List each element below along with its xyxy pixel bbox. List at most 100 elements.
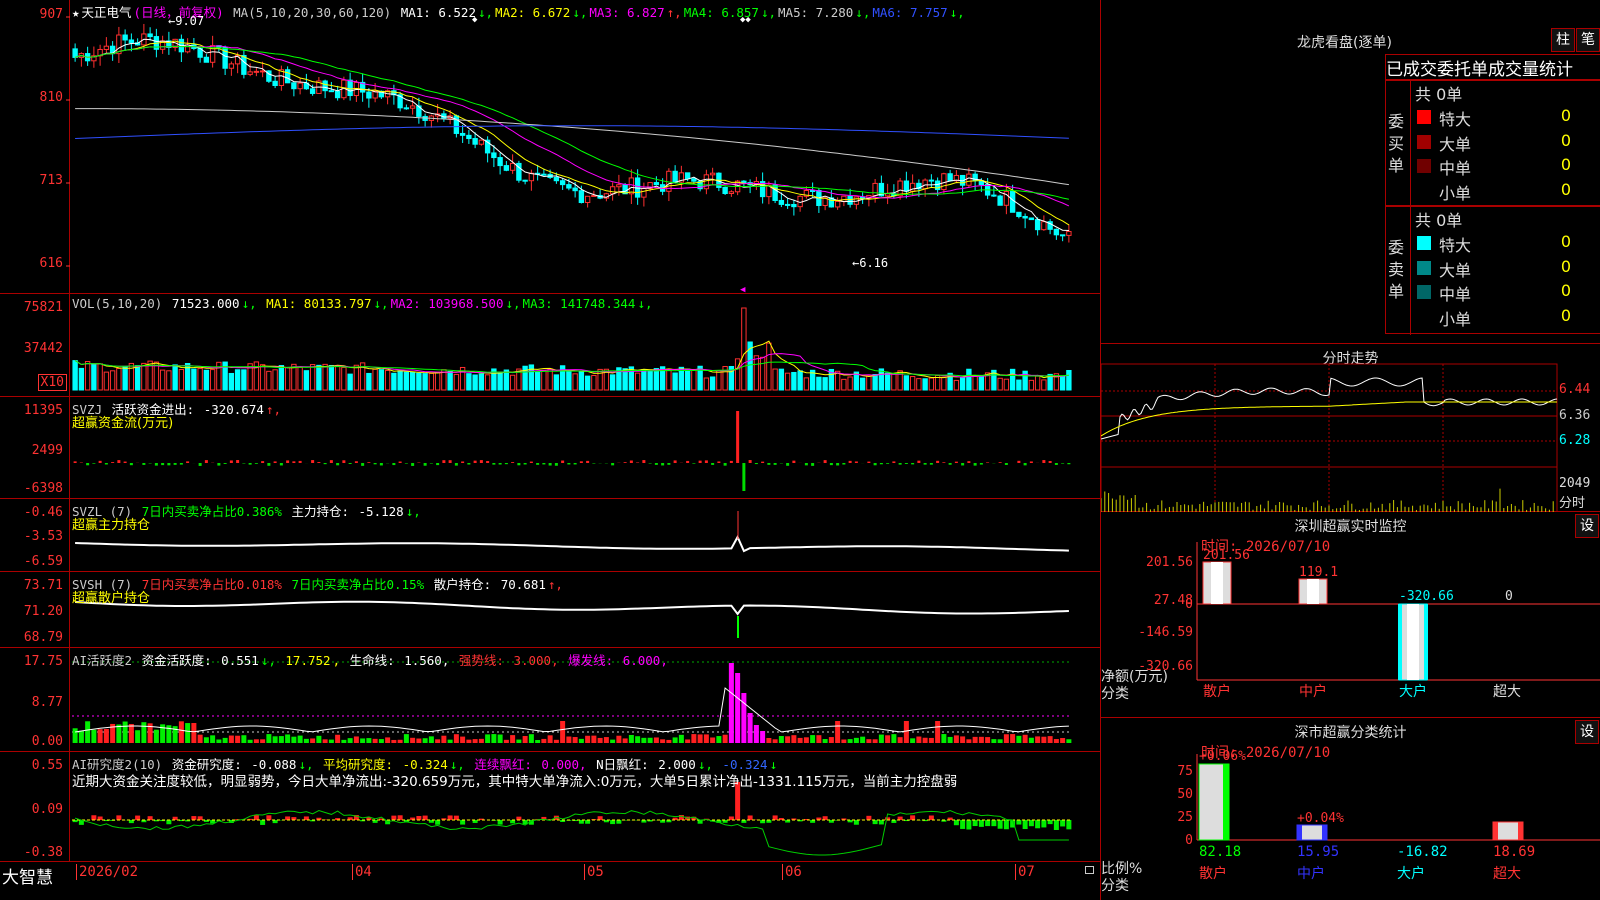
intraday-chart[interactable]	[1101, 344, 1600, 512]
tick-view-button[interactable]: 笔	[1576, 28, 1600, 52]
volume-bar	[347, 373, 353, 391]
activity-bar	[85, 721, 91, 743]
favorite-star-icon[interactable]: ★	[72, 5, 80, 20]
svzl-panel[interactable]: -0.46 -3.53 -6.59 SVZL (7) 7日内买卖净占比0.386…	[0, 499, 1100, 572]
activity-bar	[260, 739, 266, 743]
volume-bar	[166, 370, 172, 391]
ma-label: MA(5,10,20,30,60,120)	[233, 5, 392, 20]
volume-bar	[859, 377, 866, 391]
activity-bar	[622, 738, 628, 743]
volume-bar	[1034, 375, 1041, 391]
volume-bar	[878, 368, 885, 391]
class-stat-panel[interactable]: 深市超赢分类统计 设 时间: 2026/07/10 75 50 25 0 +0.06% +…	[1100, 718, 1600, 900]
activity-bar	[441, 735, 447, 743]
activity-bar	[766, 738, 772, 743]
research-bar	[997, 820, 1003, 829]
activity-bar	[116, 724, 122, 743]
activity-bar	[247, 739, 253, 743]
longhu-panel[interactable]: 龙虎看盘(逐单) 柱 笔 已成交委托单成交量统计 委买单 共 0单 特大00%大…	[1100, 0, 1600, 344]
intraday-vol-axis-label: 2049	[1559, 476, 1591, 491]
activity-bar	[1022, 734, 1028, 743]
research-bar	[166, 820, 172, 825]
research-bar	[910, 815, 916, 820]
activity-bar	[1060, 738, 1066, 743]
ma-legend-item: MA1: 6.522	[400, 5, 476, 20]
kline-chart[interactable]: ◆ ◆◆◀	[0, 0, 1100, 294]
volume-bar	[1003, 378, 1010, 391]
volume-bar	[322, 363, 328, 391]
svsh-net-ratio-2: 7日内买卖净占比0.15%	[291, 577, 425, 592]
class-bar-value: 15.95	[1297, 844, 1339, 860]
volume-value: 71523.000	[171, 296, 240, 311]
volume-bar	[672, 372, 678, 391]
volume-bar	[684, 368, 691, 391]
volume-bar	[772, 368, 778, 391]
volume-bar	[78, 367, 85, 391]
class-axis-label: 50	[1177, 787, 1193, 802]
volume-bar	[422, 373, 428, 391]
volume-bar	[228, 372, 235, 391]
kline-panel[interactable]: 907 810 713 616 ◆ ◆◆ ◀ ★ 天正电气 (日线，前复权) MA(5,…	[0, 0, 1100, 294]
candle-body	[941, 173, 947, 191]
activity-bar	[416, 738, 422, 743]
monitor-bar-edge	[1398, 604, 1402, 680]
research-bar	[872, 820, 878, 825]
candle-body	[1034, 219, 1041, 231]
candle-body	[322, 80, 328, 92]
order-type-label: 中单	[1439, 159, 1472, 178]
activity-bar	[535, 739, 541, 743]
research-bar	[391, 815, 397, 820]
activity-bar	[322, 739, 328, 743]
lock-icon[interactable]	[1085, 866, 1094, 874]
ai-activity-name: AI活跃度2	[72, 653, 133, 668]
volume-bar	[972, 375, 978, 391]
realtime-monitor-panel[interactable]: 深圳超赢实时监控 设 时间: 2026/07/10 201.56 27.48 0 -1…	[1100, 512, 1600, 718]
volume-bar	[666, 368, 672, 391]
candle-body	[741, 180, 747, 184]
candle-body	[328, 90, 335, 93]
candle-body	[559, 180, 566, 186]
candle-body	[228, 63, 235, 69]
order-type-label: 中单	[1439, 285, 1472, 304]
volume-bar	[928, 377, 935, 391]
volume-bar	[909, 376, 916, 391]
research-bar	[985, 820, 991, 827]
volume-bar	[553, 374, 560, 391]
ma-legend-item: MA4: 6.857	[683, 5, 759, 20]
activity-bar	[378, 739, 384, 743]
buy-order-box: 委买单 共 0单 特大00%大单00%中单00%小单00%	[1385, 80, 1600, 207]
order-color-swatch	[1417, 236, 1431, 250]
intraday-panel[interactable]: 分时走势 6.44 6.36 6.28 2049 分时	[1100, 344, 1600, 512]
bar-view-button[interactable]: 柱	[1551, 28, 1575, 52]
research-bar	[972, 820, 978, 827]
volume-panel[interactable]: 75821 37442 X10 VOL(5,10,20) 71523.000 ↓,…	[0, 294, 1100, 397]
volume-bar	[278, 365, 285, 391]
monitor-bar-value: 119.1	[1299, 565, 1338, 580]
candle-body	[309, 88, 316, 94]
candle-body	[1059, 234, 1066, 237]
activity-bar	[691, 734, 697, 743]
volume-bar	[384, 369, 391, 391]
svzj-value: -320.674	[203, 402, 264, 417]
ai-research-panel[interactable]: 0.55 0.09 -0.38 AI研究度2(10) 资金研究度: -0.088…	[0, 752, 1100, 862]
activity-bar	[985, 737, 991, 743]
research-bar	[1003, 820, 1009, 830]
high-price-marker: ←9.07	[168, 14, 205, 28]
activity-bar	[835, 721, 841, 743]
candle-body	[834, 200, 841, 208]
order-count: 0	[1560, 305, 1571, 325]
monitor-bar-highlight	[1407, 604, 1419, 680]
svzj-panel[interactable]: 11395 2499 -6398 SVZJ 活跃资金进出: -320.674 ↑,…	[0, 397, 1100, 499]
class-category: 大户	[1397, 865, 1425, 882]
volume-bar	[466, 373, 472, 391]
ai-activity-panel[interactable]: 17.75 8.77 0.00 AI活跃度2 资金活跃度: 0.551 ↓, 17…	[0, 648, 1100, 752]
volume-bar	[434, 371, 441, 391]
svsh-panel[interactable]: 73.71 71.20 68.79 SVSH (7) 7日内买卖净占比0.018…	[0, 572, 1100, 648]
candle-body	[584, 195, 591, 204]
activity-bar	[591, 735, 597, 743]
volume-bar	[778, 368, 785, 391]
longhu-tab-header[interactable]: 已成交委托单成交量统计	[1385, 54, 1600, 80]
volume-bar	[391, 372, 397, 391]
volume-bar	[172, 364, 178, 391]
class-bar-edge	[1223, 764, 1229, 840]
